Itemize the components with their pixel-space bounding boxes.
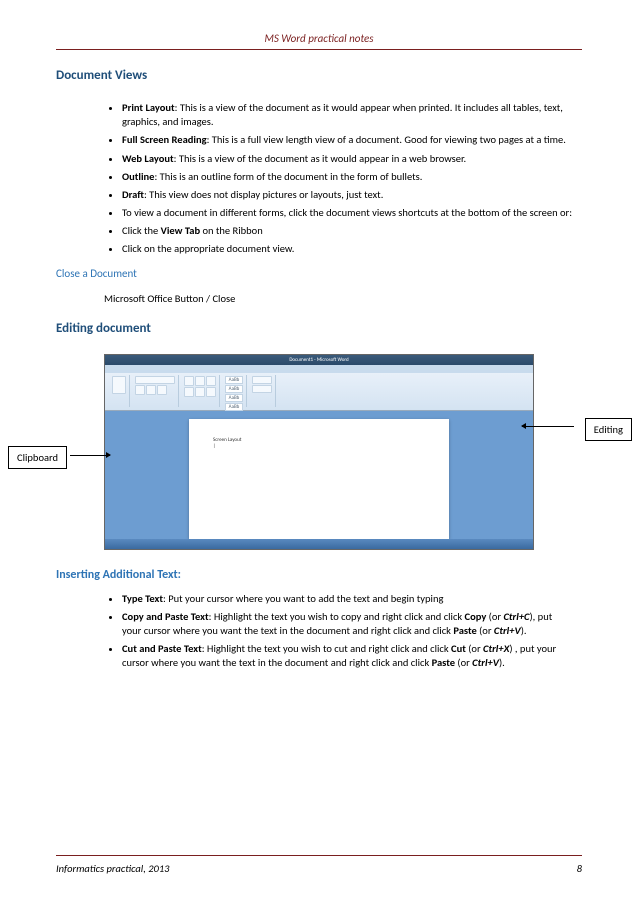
item-text: To view a document in different forms, c… — [122, 206, 572, 219]
bold-term: Outline — [122, 170, 154, 183]
arrow-left — [70, 455, 110, 456]
list-item: Type Text: Put your cursor where you wan… — [122, 592, 572, 606]
titlebar: Document1 - Microsoft Word — [105, 355, 533, 365]
underline-icon — [157, 385, 167, 395]
align-right-icon — [206, 387, 216, 397]
titlebar-text: Document1 - Microsoft Word — [289, 357, 348, 363]
item-text: Click on the appropriate document view. — [122, 242, 294, 255]
item-text: : This is a view of the document as it w… — [174, 152, 467, 165]
numbering-icon — [195, 376, 205, 386]
item-text: : This is a view of the document as it w… — [122, 101, 563, 128]
item-text: : This view does not display pictures or… — [144, 188, 383, 201]
align-center-icon — [195, 387, 205, 397]
doc-page: Screen Layout | — [189, 419, 449, 539]
bold-term: Draft — [122, 188, 144, 201]
shortcut: Ctrl+X — [483, 642, 509, 655]
style-box: AaBb — [225, 385, 243, 393]
font-selector — [135, 376, 175, 384]
item-text: (or — [477, 624, 494, 637]
section-close-doc-title: Close a Document — [56, 267, 582, 280]
item-text: on the Ribbon — [200, 224, 263, 237]
header-divider — [56, 49, 582, 50]
item-text: : This is a full view length view of a d… — [207, 133, 566, 146]
style-box: AaBb — [225, 376, 243, 384]
document-views-list: Print Layout: This is a view of the docu… — [122, 101, 572, 257]
section-document-views-title: Document Views — [56, 68, 582, 83]
callout-editing: Editing — [585, 418, 632, 441]
item-text: (or — [455, 656, 472, 669]
bold-term: Web Layout — [122, 152, 174, 165]
menubar — [105, 365, 533, 373]
bullets-icon — [184, 376, 194, 386]
item-text: Click the — [122, 224, 161, 237]
item-text: : Highlight the text you wish to copy an… — [209, 610, 465, 623]
item-text: : This is an outline form of the documen… — [154, 170, 422, 183]
shortcut: Ctrl+C — [503, 610, 529, 623]
bold-term: Type Text — [122, 592, 163, 605]
list-item: Outline: This is an outline form of the … — [122, 170, 572, 184]
bold-term: Print Layout — [122, 101, 175, 114]
word-screenshot: Document1 - Microsoft Word — [104, 354, 534, 550]
header-title: MS Word practical notes — [56, 32, 582, 45]
indent-icon — [206, 376, 216, 386]
ribbon-group-styles: AaBb AaBb AaBb AaBb AaBb — [222, 375, 247, 407]
ribbon-group-clipboard — [109, 375, 130, 407]
list-item: To view a document in different forms, c… — [122, 206, 572, 220]
shortcut: Ctrl+V — [472, 656, 499, 669]
ribbon-group-font — [132, 375, 179, 407]
item-text: : Put your cursor where you want to add … — [163, 592, 443, 605]
item-text: ). — [521, 624, 527, 637]
bold-term: Cut — [451, 642, 466, 655]
bold-icon — [135, 385, 145, 395]
footer-divider — [56, 855, 582, 856]
list-item: Full Screen Reading: This is a full view… — [122, 133, 572, 147]
list-item: Web Layout: This is a view of the docume… — [122, 152, 572, 166]
list-item: Print Layout: This is a view of the docu… — [122, 101, 572, 129]
replace-icon — [252, 385, 272, 393]
align-left-icon — [184, 387, 194, 397]
bold-term: Paste — [453, 624, 476, 637]
doc-area: Screen Layout | — [105, 411, 533, 539]
paste-icon — [112, 376, 126, 394]
bold-term: Paste — [432, 656, 455, 669]
arrow-right — [522, 426, 574, 427]
close-doc-text: Microsoft Office Button / Close — [104, 292, 582, 305]
italic-icon — [146, 385, 156, 395]
page: MS Word practical notes Document Views P… — [0, 0, 638, 903]
section-inserting-title: Inserting Additional Text: — [56, 568, 582, 582]
ribbon: AaBb AaBb AaBb AaBb AaBb — [105, 373, 533, 411]
list-item: Click on the appropriate document view. — [122, 242, 572, 256]
bold-term: Cut and Paste Text — [122, 642, 202, 655]
list-item: Draft: This view does not display pictur… — [122, 188, 572, 202]
cursor: | — [213, 443, 425, 449]
shortcut: Ctrl+V — [494, 624, 521, 637]
item-text: (or — [466, 642, 483, 655]
callout-clipboard: Clipboard — [8, 446, 67, 469]
figure-area: Document1 - Microsoft Word — [56, 354, 582, 550]
section-editing-title: Editing document — [56, 321, 582, 336]
list-item: Copy and Paste Text: Highlight the text … — [122, 610, 572, 638]
item-text: ). — [499, 656, 505, 669]
statusbar — [105, 539, 533, 549]
footer: Informatics practical, 2013 8 — [56, 855, 582, 875]
inserting-list: Type Text: Put your cursor where you wan… — [122, 592, 572, 671]
list-item: Click the View Tab on the Ribbon — [122, 224, 572, 238]
bold-term: Copy and Paste Text — [122, 610, 209, 623]
style-box: AaBb — [225, 394, 243, 402]
bold-term: View Tab — [161, 224, 200, 237]
find-icon — [252, 376, 272, 384]
ribbon-group-paragraph — [181, 375, 220, 407]
item-text: : Highlight the text you wish to cut and… — [202, 642, 451, 655]
footer-left: Informatics practical, 2013 — [56, 862, 170, 875]
bold-term: Full Screen Reading — [122, 133, 207, 146]
ribbon-group-editing — [249, 375, 276, 407]
bold-term: Copy — [465, 610, 487, 623]
item-text: (or — [486, 610, 503, 623]
list-item: Cut and Paste Text: Highlight the text y… — [122, 642, 572, 670]
page-number: 8 — [577, 862, 582, 875]
